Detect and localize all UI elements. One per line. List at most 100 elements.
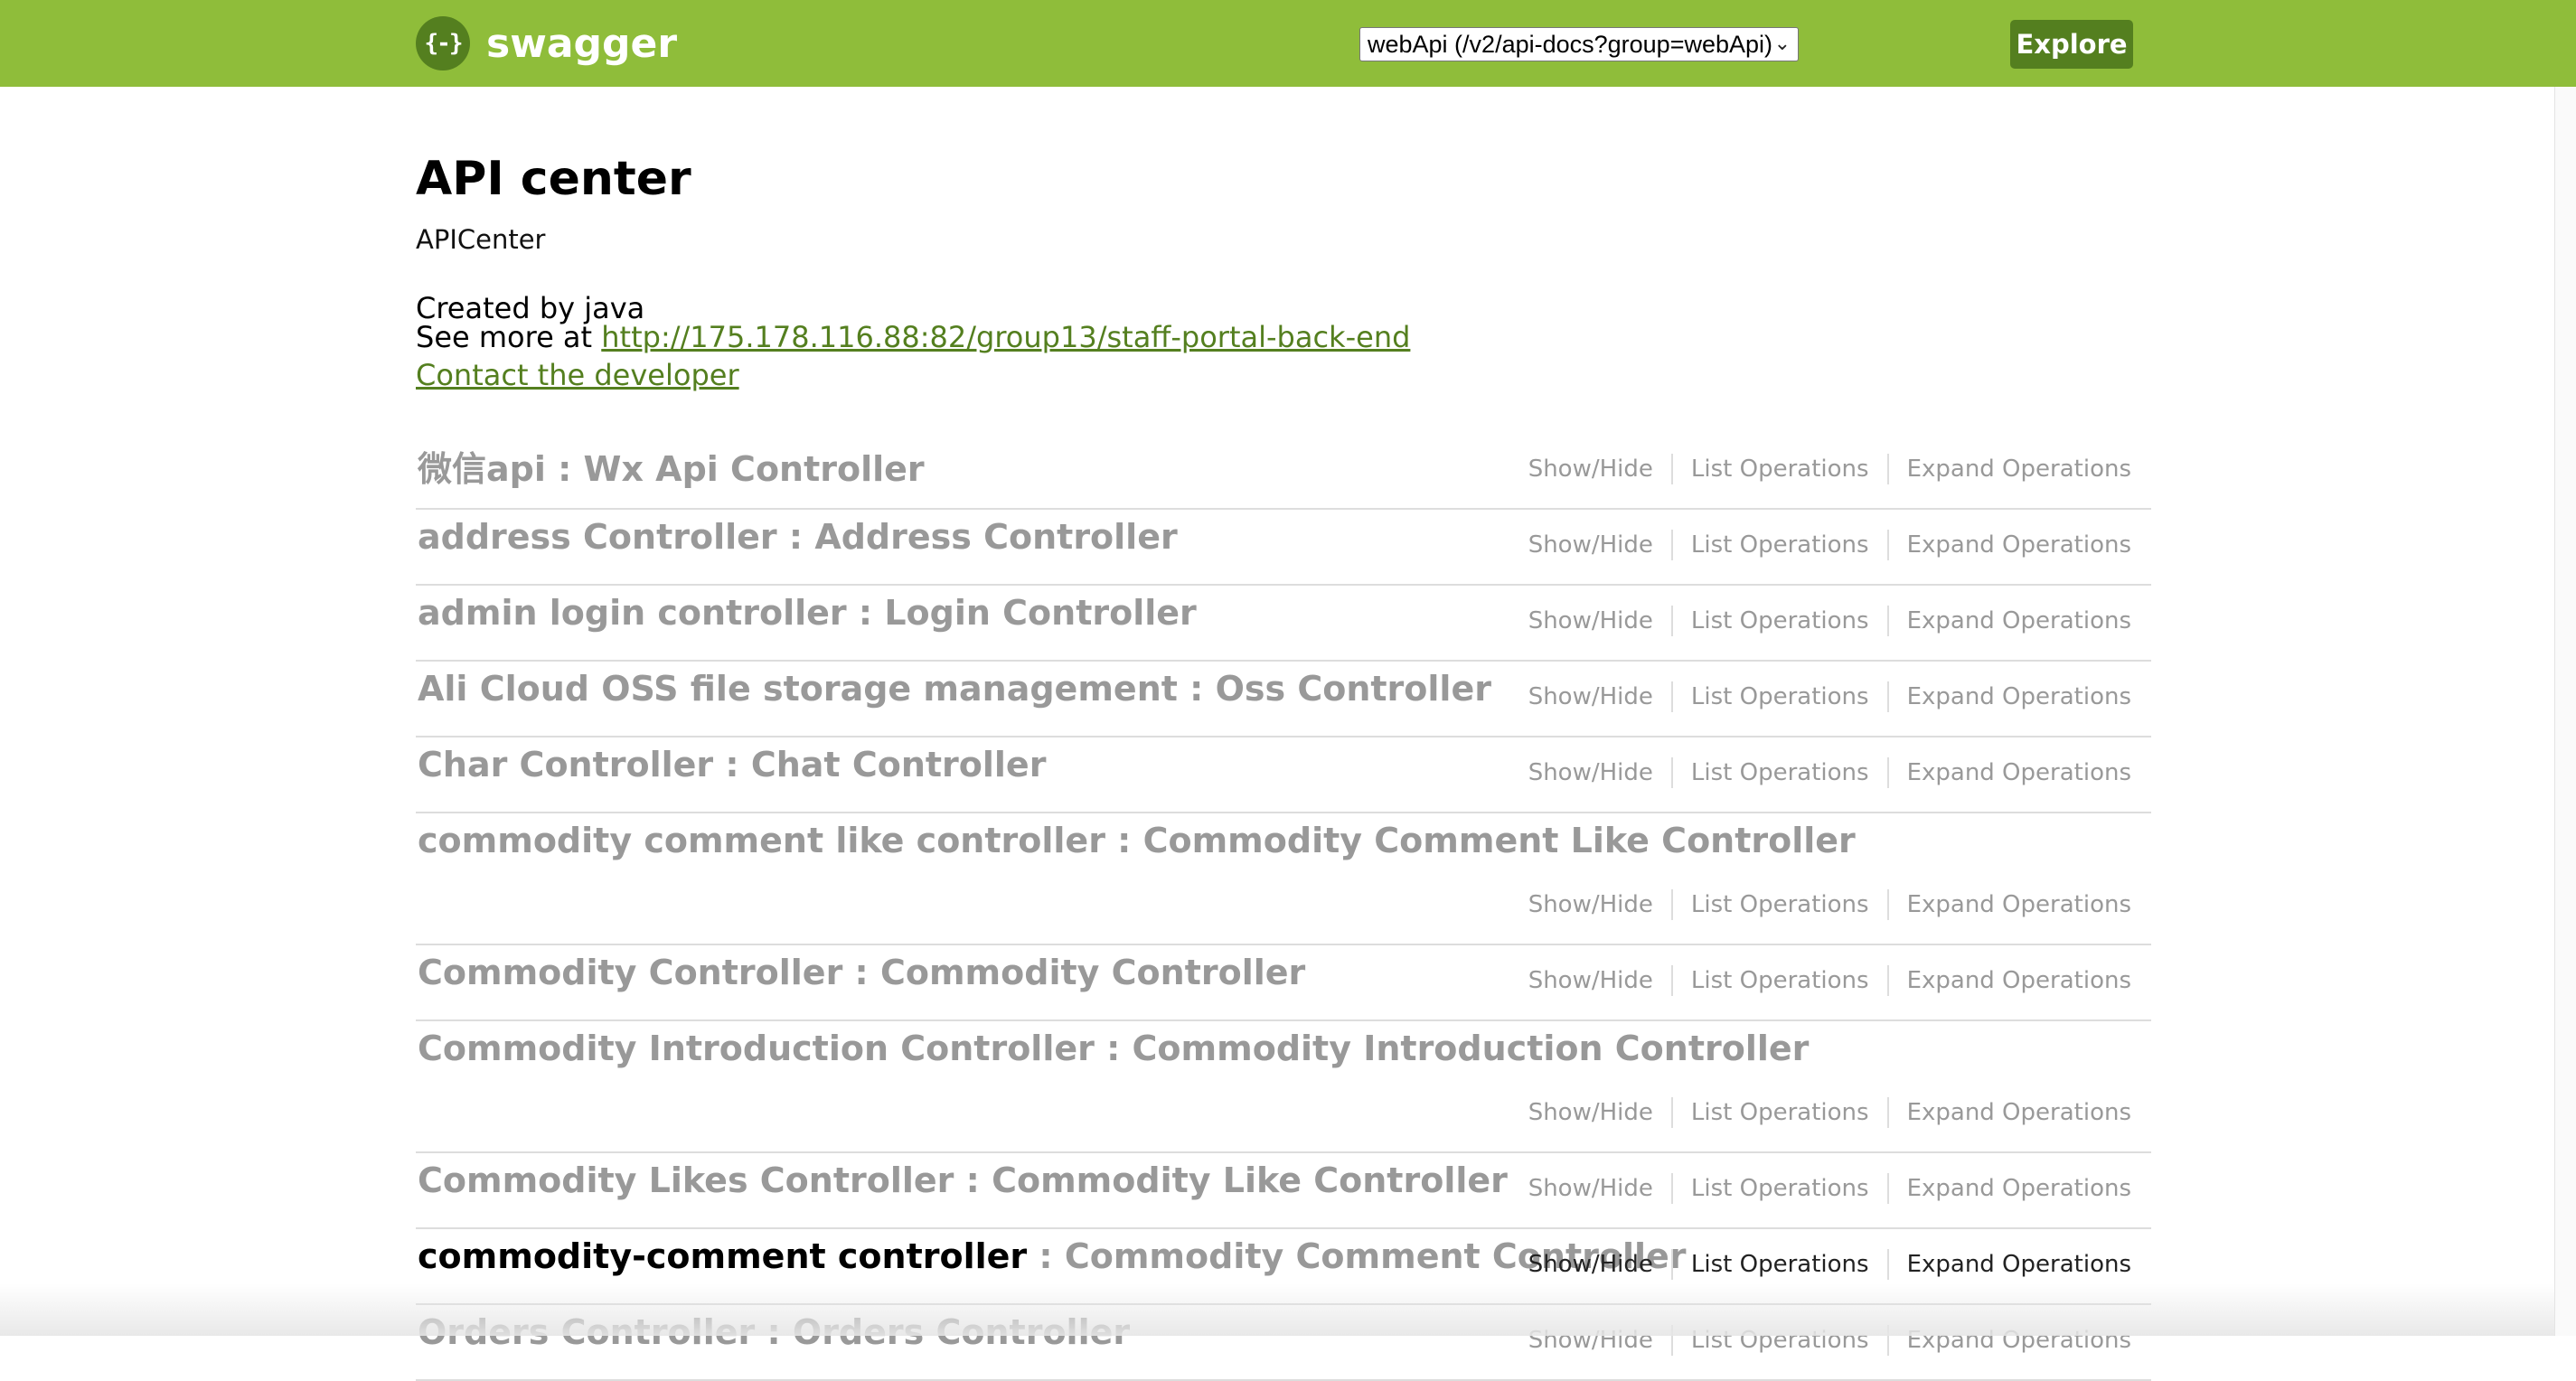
list-operations-link[interactable]: List Operations <box>1673 531 1887 559</box>
resource-row: Orders Controller : Orders Controller Sh… <box>416 1305 2151 1381</box>
list-operations-link[interactable]: List Operations <box>1673 1099 1887 1126</box>
resource-title[interactable]: Commodity Controller : Commodity Control… <box>418 953 1305 992</box>
resource-operations: Show/Hide List Operations Expand Operation… <box>1510 1173 2131 1204</box>
list-operations-link[interactable]: List Operations <box>1673 891 1887 918</box>
resource-row: 微信api : Wx Api Controller Show/Hide List … <box>416 434 2151 510</box>
resource-separator: : <box>842 953 880 992</box>
show-hide-link[interactable]: Show/Hide <box>1510 891 1671 918</box>
resource-description: Chat Controller <box>750 745 1047 784</box>
expand-operations-link[interactable]: Expand Operations <box>1889 607 2131 634</box>
resource-separator: : <box>755 1312 793 1352</box>
resource-row: admin login controller : Login Controlle… <box>416 586 2151 662</box>
resource-title[interactable]: commodity-comment controller : Commodity… <box>418 1236 1687 1276</box>
resource-description: Commodity Introduction Controller <box>1132 1029 1810 1068</box>
resource-name: Ali Cloud OSS file storage management <box>418 669 1178 709</box>
expand-operations-link[interactable]: Expand Operations <box>1889 531 2131 559</box>
show-hide-link[interactable]: Show/Hide <box>1510 456 1671 483</box>
resource-name: address Controller <box>418 517 777 557</box>
resource-row: commodity comment like controller : Comm… <box>416 813 2151 945</box>
resource-separator: : <box>545 449 584 489</box>
resource-title[interactable]: 微信api : Wx Api Controller <box>418 441 925 491</box>
resource-title[interactable]: Orders Controller : Orders Controller <box>418 1312 1130 1352</box>
resource-description: Commodity Controller <box>879 953 1306 992</box>
resource-operations: Show/Hide List Operations Expand Operation… <box>1510 1325 2131 1356</box>
resource-description: Commodity Like Controller <box>992 1160 1508 1200</box>
expand-operations-link[interactable]: Expand Operations <box>1889 759 2131 786</box>
expand-operations-link[interactable]: Expand Operations <box>1889 891 2131 918</box>
resource-separator: : <box>1094 1029 1133 1068</box>
expand-operations-link[interactable]: Expand Operations <box>1889 1099 2131 1126</box>
resource-row: Ali Cloud OSS file storage management : … <box>416 662 2151 737</box>
resource-title[interactable]: commodity comment like controller : Comm… <box>418 821 1856 860</box>
resource-separator: : <box>846 593 885 633</box>
swagger-logo-text: swagger <box>486 20 678 67</box>
expand-operations-link[interactable]: Expand Operations <box>1889 967 2131 994</box>
resource-description: Commodity Comment Like Controller <box>1142 821 1856 860</box>
swagger-logo[interactable]: {-} swagger <box>416 16 677 70</box>
resource-name: commodity-comment controller <box>418 1236 1028 1276</box>
expand-operations-link[interactable]: Expand Operations <box>1889 1327 2131 1354</box>
resource-row: Char Controller : Chat Controller Show/H… <box>416 737 2151 813</box>
show-hide-link[interactable]: Show/Hide <box>1510 1099 1671 1126</box>
resource-name: commodity comment like controller <box>418 821 1105 860</box>
show-hide-link[interactable]: Show/Hide <box>1510 967 1671 994</box>
see-more-prefix: See more at <box>416 320 602 354</box>
see-more-link[interactable]: http://175.178.116.88:82/group13/staff-p… <box>601 320 1410 354</box>
resource-description: Oss Controller <box>1215 669 1491 709</box>
api-definition-select[interactable]: webApi (/v2/api-docs?group=webApi) ⌄ <box>1359 27 1799 61</box>
resource-title[interactable]: Ali Cloud OSS file storage management : … <box>418 669 1491 709</box>
resource-name: admin login controller <box>418 593 847 633</box>
show-hide-link[interactable]: Show/Hide <box>1510 759 1671 786</box>
resource-name: Commodity Likes Controller <box>418 1160 954 1200</box>
contact-developer-link[interactable]: Contact the developer <box>416 358 739 392</box>
show-hide-link[interactable]: Show/Hide <box>1510 607 1671 634</box>
resource-description: Login Controller <box>884 593 1197 633</box>
resource-name: Orders Controller <box>418 1312 756 1352</box>
list-operations-link[interactable]: List Operations <box>1673 1175 1887 1202</box>
chevron-down-icon: ⌄ <box>1773 32 1791 54</box>
resource-description: Orders Controller <box>792 1312 1131 1352</box>
show-hide-link[interactable]: Show/Hide <box>1510 683 1671 710</box>
list-operations-link[interactable]: List Operations <box>1673 607 1887 634</box>
resource-list: 微信api : Wx Api Controller Show/Hide List … <box>416 434 2151 1381</box>
see-more-text: See more at http://175.178.116.88:82/gro… <box>416 320 1410 354</box>
expand-operations-link[interactable]: Expand Operations <box>1889 683 2131 710</box>
show-hide-link[interactable]: Show/Hide <box>1510 1175 1671 1202</box>
list-operations-link[interactable]: List Operations <box>1673 759 1887 786</box>
resource-separator: : <box>954 1160 992 1200</box>
api-select-value: webApi (/v2/api-docs?group=webApi) <box>1368 30 1773 58</box>
resource-row: address Controller : Address Controller … <box>416 510 2151 586</box>
show-hide-link[interactable]: Show/Hide <box>1510 1251 1671 1278</box>
explore-button[interactable]: Explore <box>2010 20 2133 69</box>
resource-separator: : <box>1177 669 1216 709</box>
resource-separator: : <box>1027 1236 1065 1276</box>
resource-title[interactable]: Char Controller : Chat Controller <box>418 745 1046 784</box>
api-description: APICenter <box>416 224 546 255</box>
resource-description: Wx Api Controller <box>583 449 925 489</box>
list-operations-link[interactable]: List Operations <box>1673 967 1887 994</box>
resource-title[interactable]: Commodity Introduction Controller : Comm… <box>418 1029 1809 1068</box>
top-header: {-} swagger webApi (/v2/api-docs?group=w… <box>0 0 2576 87</box>
list-operations-link[interactable]: List Operations <box>1673 1327 1887 1354</box>
resource-operations: Show/Hide List Operations Expand Operation… <box>1510 1097 2131 1128</box>
resource-row: Commodity Introduction Controller : Comm… <box>416 1021 2151 1153</box>
expand-operations-link[interactable]: Expand Operations <box>1889 1251 2131 1278</box>
show-hide-link[interactable]: Show/Hide <box>1510 531 1671 559</box>
resource-operations: Show/Hide List Operations Expand Operation… <box>1510 889 2131 920</box>
list-operations-link[interactable]: List Operations <box>1673 683 1887 710</box>
resource-title[interactable]: address Controller : Address Controller <box>418 517 1178 557</box>
resource-operations: Show/Hide List Operations Expand Operation… <box>1510 965 2131 996</box>
list-operations-link[interactable]: List Operations <box>1673 1251 1887 1278</box>
resource-row: Commodity Controller : Commodity Control… <box>416 945 2151 1021</box>
resource-name: 微信api <box>418 449 546 489</box>
scrollbar[interactable] <box>2554 87 2576 1336</box>
expand-operations-link[interactable]: Expand Operations <box>1889 1175 2131 1202</box>
resource-separator: : <box>776 517 815 557</box>
resource-row-hovered: commodity-comment controller : Commodity… <box>416 1229 2151 1305</box>
resource-title[interactable]: Commodity Likes Controller : Commodity L… <box>418 1160 1508 1200</box>
show-hide-link[interactable]: Show/Hide <box>1510 1327 1671 1354</box>
list-operations-link[interactable]: List Operations <box>1673 456 1887 483</box>
resource-row: Commodity Likes Controller : Commodity L… <box>416 1153 2151 1229</box>
resource-title[interactable]: admin login controller : Login Controlle… <box>418 593 1197 633</box>
expand-operations-link[interactable]: Expand Operations <box>1889 456 2131 483</box>
